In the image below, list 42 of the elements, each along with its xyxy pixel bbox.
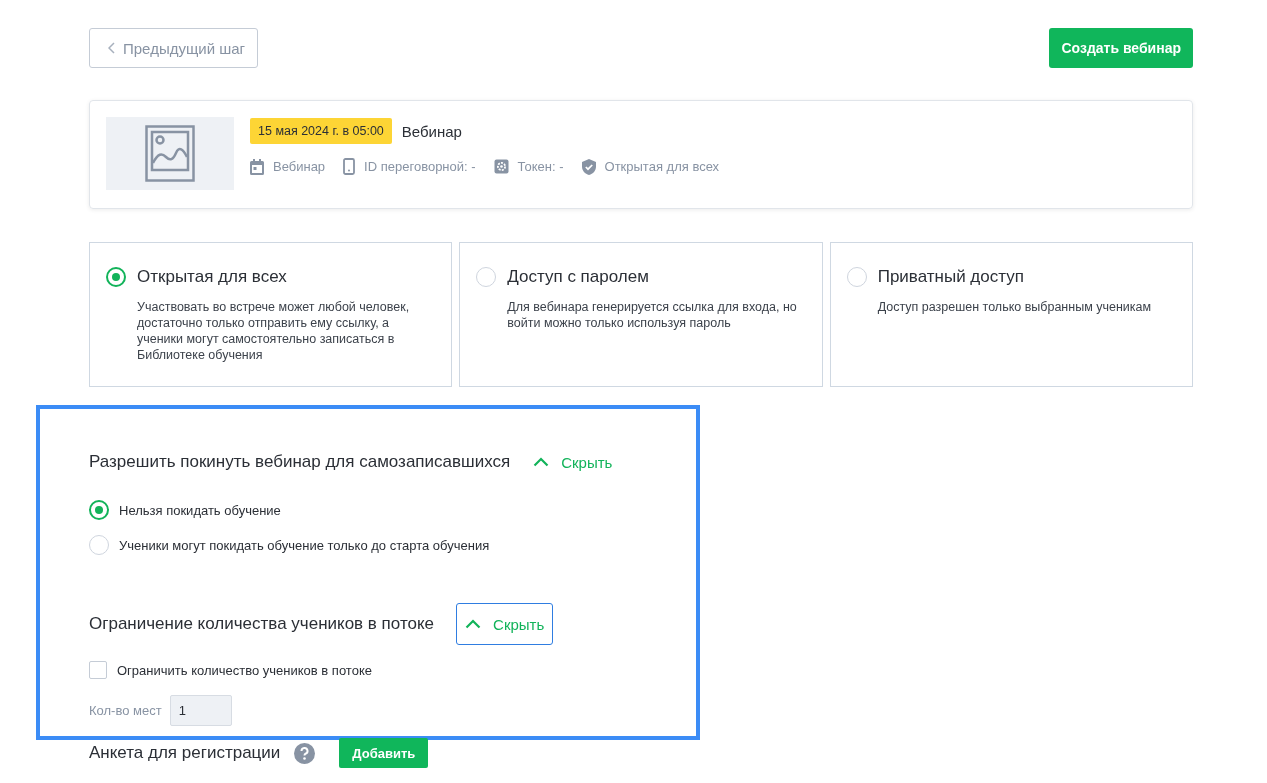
meta-text: Токен: - [517,159,564,174]
option-description: Доступ разрешен только выбранным ученикам [877,299,1153,315]
webinar-title: Вебинар [401,122,462,140]
option-title: Открытая для всех [137,267,287,287]
previous-step-button[interactable]: Предыдущий шаг [89,28,259,68]
access-option-card[interactable]: Открытая для всех Участвовать во встрече может любой человек, достаточно только отправить ему ссылку, а ученики могут самостоятельно записаться в Библиотеке обучения [89,242,453,387]
gear-icon [493,159,509,174]
radio-label: Ученики могут покидать обучение только до старта обучения [119,537,490,553]
seats-input-field[interactable]: 1 [169,695,232,726]
option-description: Для вебинара генерируется ссылка для входа, но войти можно только используя пароль [507,299,798,331]
radio-button[interactable] [106,267,126,287]
checkbox[interactable] [89,661,107,679]
image-icon [145,125,195,182]
add-button[interactable]: Добавить [339,738,429,768]
radio-button[interactable] [89,535,109,555]
radio-button[interactable] [846,267,867,287]
option-title: Доступ с паролем [507,267,649,287]
create-webinar-button[interactable]: Создать вебинар [1049,28,1193,68]
date-badge: 15 мая 2024 г. в 05:00 [250,118,392,144]
section-title: Разрешить покинуть вебинар для самозаписавшихся [89,452,511,472]
phone-icon [343,158,356,175]
radio-label: Нельзя покидать обучение [119,502,281,518]
calendar-icon [250,158,264,175]
hide-toggle-button[interactable]: Скрыть [456,603,554,645]
meta-text: Открытая для всех [604,159,720,174]
registration-form-title: Анкета для регистрации [89,743,281,763]
chevron-left-icon [108,42,115,54]
radio-button[interactable] [476,267,497,287]
chevron-up-icon [533,457,550,467]
option-description: Участвовать во встрече может любой человек, достаточно только отправить ему ссылку, а ученики могут самостоятельно записаться в Библиотеке обучения [137,299,411,363]
meta-text: ID переговорной: - [364,159,476,174]
section-title: Ограничение количества учеников в потоке [89,614,435,634]
seats-label: Кол-во мест [89,703,162,718]
access-option-card[interactable]: Доступ с паролем Для вебинара генерируется ссылка для входа, но войти можно только используя пароль [459,242,823,387]
chevron-up-icon [465,619,482,629]
option-title: Приватный доступ [877,267,1024,287]
radio-button[interactable] [89,500,109,520]
help-icon [294,742,316,764]
checkbox-label: Ограничить количество учеников в потоке [117,662,372,678]
shield-check-icon [581,158,596,175]
access-option-card[interactable]: Приватный доступ Доступ разрешен только выбранным ученикам [829,242,1193,387]
meta-text: Вебинар [273,159,326,174]
